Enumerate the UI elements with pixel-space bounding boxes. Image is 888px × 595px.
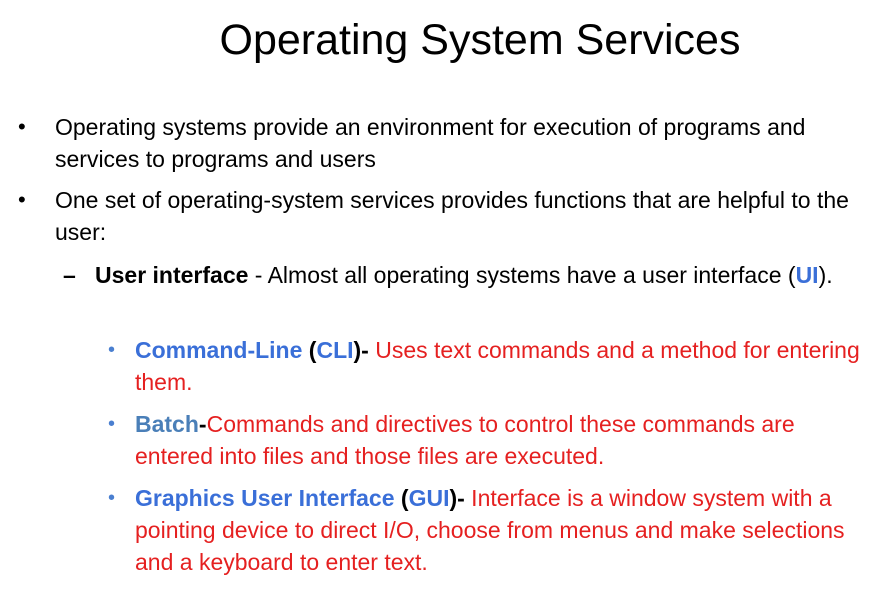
ui-type-dot: • bbox=[108, 339, 116, 361]
ui-type-dot: • bbox=[108, 487, 116, 509]
sub-bullet-dash: – bbox=[63, 262, 76, 288]
bullet-dot: • bbox=[18, 187, 26, 212]
slide: Operating System Services • Operating sy… bbox=[0, 0, 888, 595]
term-gui: Graphics User Interface bbox=[135, 485, 395, 511]
bullet-dot: • bbox=[18, 114, 26, 139]
term-command-line: Command-Line bbox=[135, 337, 303, 363]
slide-title: Operating System Services bbox=[219, 16, 741, 64]
batch-desc: Commands and directives to control these… bbox=[135, 411, 795, 469]
bullet-text: One set of operating-system services pro… bbox=[55, 187, 849, 245]
abbr-ui: UI bbox=[795, 262, 819, 288]
ui-type-text: Graphics User Interface (GUI)- Interface… bbox=[135, 482, 875, 578]
bullet-text: Operating systems provide an environment… bbox=[55, 114, 806, 172]
sub-bullet-desc: - Almost all operating systems have a us… bbox=[248, 262, 796, 288]
term-batch: Batch bbox=[135, 411, 199, 437]
batch-sep: - bbox=[198, 411, 207, 437]
paren-close: )- bbox=[353, 337, 369, 363]
term-user-interface: User interface bbox=[95, 262, 249, 288]
sub-bullet-close: ). bbox=[818, 262, 833, 288]
paren-open: ( bbox=[394, 485, 409, 511]
ui-type-text: Command-Line (CLI)- Uses text commands a… bbox=[135, 334, 875, 398]
ui-type-dot: • bbox=[108, 413, 116, 435]
abbr-gui: GUI bbox=[408, 485, 450, 511]
paren-open: ( bbox=[302, 337, 317, 363]
ui-type-text: Batch-Commands and directives to control… bbox=[135, 408, 875, 472]
sub-bullet-text: User interface - Almost all operating sy… bbox=[95, 259, 865, 291]
paren-close: )- bbox=[449, 485, 465, 511]
abbr-cli: CLI bbox=[316, 337, 354, 363]
